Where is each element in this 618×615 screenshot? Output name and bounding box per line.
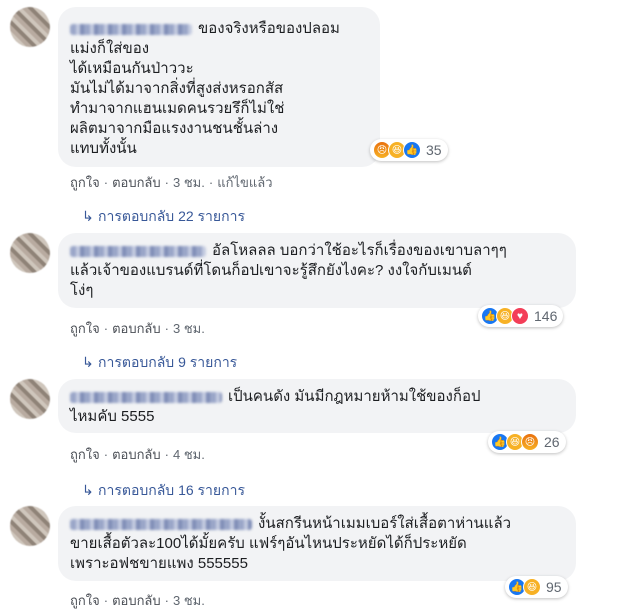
reaction-summary[interactable]: 👍 😆 😠 26: [488, 431, 566, 453]
love-icon: ♥: [511, 307, 529, 325]
reaction-count: 146: [534, 308, 558, 324]
separator-dot: ·: [164, 447, 169, 462]
angry-icon: 😠: [521, 433, 539, 451]
timestamp[interactable]: 3 ชม.: [173, 593, 205, 608]
separator-dot: ·: [103, 593, 109, 608]
avatar[interactable]: [10, 233, 50, 273]
avatar[interactable]: [10, 506, 50, 546]
timestamp[interactable]: 3 ชม.: [173, 321, 205, 336]
reply-link[interactable]: ตอบกลับ: [112, 593, 161, 608]
replies-label: การตอบกลับ 9 รายการ: [98, 354, 238, 370]
like-link[interactable]: ถูกใจ: [70, 321, 100, 336]
reply-arrow-icon: ↳: [82, 208, 94, 224]
edited-label: แก้ไขแล้ว: [217, 175, 273, 190]
comment-actions: ถูกใจ · ตอบกลับ · 4 ชม.: [70, 444, 205, 465]
comment-bubble: ของจริงหรือของปลอม แม่งก็ใส่ของ ได้เหมือ…: [58, 7, 380, 167]
reaction-count: 26: [544, 434, 560, 450]
haha-icon: 😆: [523, 578, 541, 596]
comment-bubble: อัลโหลลล บอกว่าใช้อะไรก็เรื่องของเขาบลาๆ…: [58, 233, 576, 308]
replies-label: การตอบกลับ 16 รายการ: [98, 482, 245, 498]
like-icon: 👍: [403, 141, 421, 159]
separator-dot: ·: [164, 593, 169, 608]
separator-dot: ·: [103, 447, 109, 462]
comment-text: ของจริงหรือของปลอม แม่งก็ใส่ของ ได้เหมือ…: [70, 20, 340, 157]
reaction-count: 35: [426, 142, 442, 158]
reaction-summary[interactable]: 👍 😆 95: [505, 576, 568, 598]
reaction-summary[interactable]: 😠 😆 👍 35: [370, 139, 448, 161]
like-link[interactable]: ถูกใจ: [70, 447, 100, 462]
view-replies-link[interactable]: ↳ การตอบกลับ 9 รายการ: [82, 352, 237, 374]
author-name[interactable]: [70, 518, 252, 530]
reply-arrow-icon: ↳: [82, 354, 94, 370]
separator-dot: ·: [208, 175, 214, 190]
comment-actions: ถูกใจ · ตอบกลับ · 3 ชม. · แก้ไขแล้ว: [70, 172, 273, 193]
reply-link[interactable]: ตอบกลับ: [112, 175, 161, 190]
replies-label: การตอบกลับ 22 รายการ: [98, 208, 245, 224]
author-name[interactable]: [70, 245, 206, 257]
comment-bubble: เป็นคนดัง มันมีกฎหมายห้ามใช้ของก็อป ไหมค…: [58, 379, 576, 433]
author-name[interactable]: [70, 391, 222, 403]
timestamp[interactable]: 4 ชม.: [173, 447, 205, 462]
like-link[interactable]: ถูกใจ: [70, 175, 100, 190]
comment-actions: ถูกใจ · ตอบกลับ · 3 ชม.: [70, 590, 205, 611]
reaction-count: 95: [546, 579, 562, 595]
separator-dot: ·: [103, 175, 109, 190]
avatar[interactable]: [10, 7, 50, 47]
author-name[interactable]: [70, 23, 192, 35]
avatar[interactable]: [10, 379, 50, 419]
separator-dot: ·: [164, 321, 169, 336]
reply-link[interactable]: ตอบกลับ: [112, 321, 161, 336]
like-link[interactable]: ถูกใจ: [70, 593, 100, 608]
comment-actions: ถูกใจ · ตอบกลับ · 3 ชม.: [70, 318, 205, 339]
view-replies-link[interactable]: ↳ การตอบกลับ 22 รายการ: [82, 206, 245, 228]
view-replies-link[interactable]: ↳ การตอบกลับ 16 รายการ: [82, 480, 245, 502]
reply-arrow-icon: ↳: [82, 482, 94, 498]
separator-dot: ·: [164, 175, 169, 190]
reply-link[interactable]: ตอบกลับ: [112, 447, 161, 462]
comment-bubble: งั้นสกรีนหน้าเมมเบอร์ใส่เสื้อตาห่านแล้ว …: [58, 506, 576, 581]
reaction-summary[interactable]: 👍 😆 ♥ 146: [478, 305, 564, 327]
timestamp[interactable]: 3 ชม.: [173, 175, 205, 190]
separator-dot: ·: [103, 321, 109, 336]
